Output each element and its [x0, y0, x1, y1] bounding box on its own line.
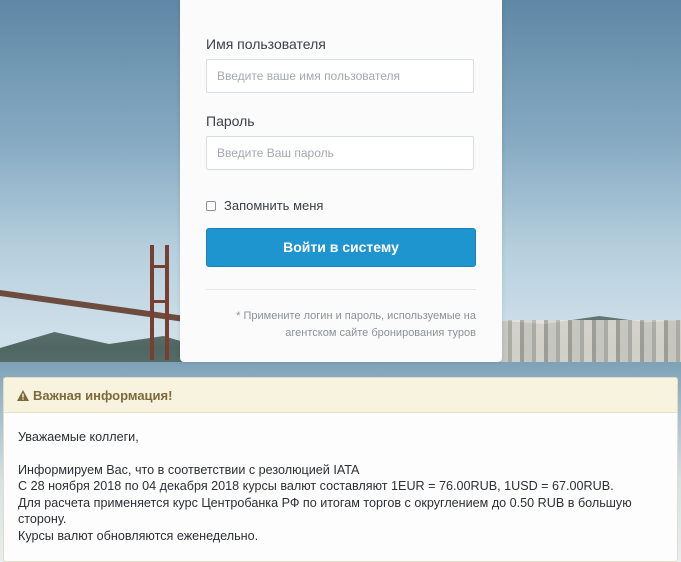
background-town	[500, 320, 681, 365]
login-hint: * Примените логин и пароль, используемые…	[206, 308, 476, 342]
warning-icon	[17, 389, 29, 401]
password-label: Пароль	[206, 113, 255, 129]
info-text-line: Для расчета применяется курс Центробанка…	[18, 495, 632, 527]
login-button[interactable]: Войти в систему	[206, 228, 476, 267]
username-label: Имя пользователя	[206, 36, 326, 52]
info-greeting: Уважаемые коллеги,	[18, 430, 139, 444]
remember-me-row[interactable]: Запомнить меня	[206, 198, 323, 213]
username-input[interactable]	[206, 59, 474, 93]
remember-me-checkbox[interactable]	[206, 200, 216, 211]
bridge-tower-beam	[150, 265, 169, 268]
info-text-line: Курсы валют обновляются еженедельно.	[18, 528, 259, 543]
login-form: Имя пользователя Пароль Запомнить меня В…	[180, 0, 502, 362]
login-hint-line: * Примените логин и пароль, используемые…	[236, 310, 476, 322]
remember-me-label: Запомнить меня	[224, 198, 324, 213]
info-text-line: Информируем Вас, что в соответствии с ре…	[18, 462, 360, 477]
password-input[interactable]	[206, 136, 474, 170]
info-panel-header: Важная информация!	[4, 378, 677, 413]
info-panel-body: Уважаемые коллеги, Информируем Вас, что …	[4, 413, 677, 544]
info-panel-title: Важная информация!	[33, 387, 173, 403]
bridge-tower-beam	[150, 300, 169, 303]
login-hint-line: агентском сайте бронирования туров	[285, 327, 476, 339]
info-text-line: С 28 ноября 2018 по 04 декабря 2018 курс…	[18, 479, 614, 493]
divider	[206, 289, 476, 290]
important-info-panel: Важная информация! Уважаемые коллеги, Ин…	[3, 377, 678, 562]
